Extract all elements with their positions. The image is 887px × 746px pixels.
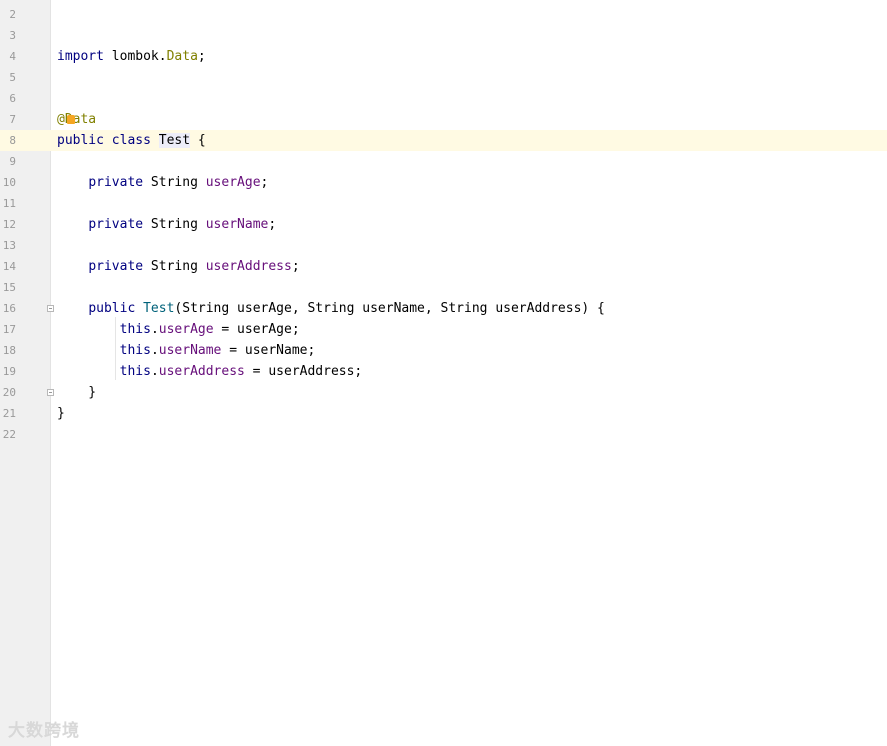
indent-guide <box>115 317 116 380</box>
code-line[interactable]: 22 <box>0 424 887 445</box>
line-number: 4 <box>9 50 16 63</box>
code-line[interactable]: 5 <box>0 67 887 88</box>
code-line[interactable]: 15 <box>0 277 887 298</box>
line-number: 10 <box>2 176 16 189</box>
code-text: } <box>57 385 97 400</box>
line-number: 6 <box>9 92 16 105</box>
code-text: import lombok.Data; <box>57 49 206 64</box>
line-number: 18 <box>2 344 16 357</box>
code-line[interactable]: 6 <box>0 88 887 109</box>
line-number: 2 <box>9 8 16 21</box>
code-line[interactable]: 17 this.userAge = userAge; <box>0 319 887 340</box>
line-number: 22 <box>2 428 16 441</box>
fold-marker-icon[interactable] <box>47 305 54 312</box>
code-text: this.userAge = userAge; <box>119 322 300 337</box>
code-line[interactable]: 21} <box>0 403 887 424</box>
line-number: 11 <box>2 197 16 210</box>
code-line[interactable]: 20 } <box>0 382 887 403</box>
watermark-logo: 大数跨境 <box>8 721 80 741</box>
line-number: 20 <box>2 386 16 399</box>
line-number: 21 <box>2 407 16 420</box>
line-number: 3 <box>9 29 16 42</box>
line-number: 14 <box>2 260 16 273</box>
code-line[interactable]: 7 @Data <box>0 109 887 130</box>
line-number: 15 <box>2 281 16 294</box>
code-line[interactable]: 16 public Test(String userAge, String us… <box>0 298 887 319</box>
code-line[interactable]: 12 private String userName; <box>0 214 887 235</box>
code-text: this.userName = userName; <box>119 343 316 358</box>
code-text: @Data <box>57 112 97 127</box>
fold-marker-icon[interactable] <box>47 389 54 396</box>
line-number: 7 <box>9 113 16 126</box>
code-line[interactable]: 10 private String userAge; <box>0 172 887 193</box>
line-number: 19 <box>2 365 16 378</box>
code-line[interactable]: 9 <box>0 151 887 172</box>
code-text: private String userAge; <box>88 175 269 190</box>
line-number: 9 <box>9 155 16 168</box>
code-line[interactable]: 14 private String userAddress; <box>0 256 887 277</box>
code-line[interactable]: 11 <box>0 193 887 214</box>
code-text: } <box>57 406 65 421</box>
code-editor[interactable]: 2 3 4 import lombok.Data; 5 6 7 @Data 8 public cl… <box>0 0 887 746</box>
code-line[interactable]: 2 <box>0 4 887 25</box>
code-text: public class Test { <box>57 133 206 148</box>
code-line[interactable]: 13 <box>0 235 887 256</box>
code-text: public Test(String userAge, String userN… <box>88 301 605 316</box>
line-number: 17 <box>2 323 16 336</box>
line-number: 13 <box>2 239 16 252</box>
line-number: 12 <box>2 218 16 231</box>
code-text: private String userName; <box>88 217 277 232</box>
code-text: private String userAddress; <box>88 259 300 274</box>
code-line[interactable]: 19 this.userAddress = userAddress; <box>0 361 887 382</box>
code-line[interactable]: 4 import lombok.Data; <box>0 46 887 67</box>
line-number: 8 <box>9 134 16 147</box>
code-line[interactable]: 18 this.userName = userName; <box>0 340 887 361</box>
lightbulb-icon[interactable] <box>67 115 75 124</box>
code-text: this.userAddress = userAddress; <box>119 364 363 379</box>
line-number: 5 <box>9 71 16 84</box>
code-line[interactable]: 3 <box>0 25 887 46</box>
code-line[interactable]: 8 public class Test { <box>0 130 887 151</box>
line-number: 16 <box>2 302 16 315</box>
